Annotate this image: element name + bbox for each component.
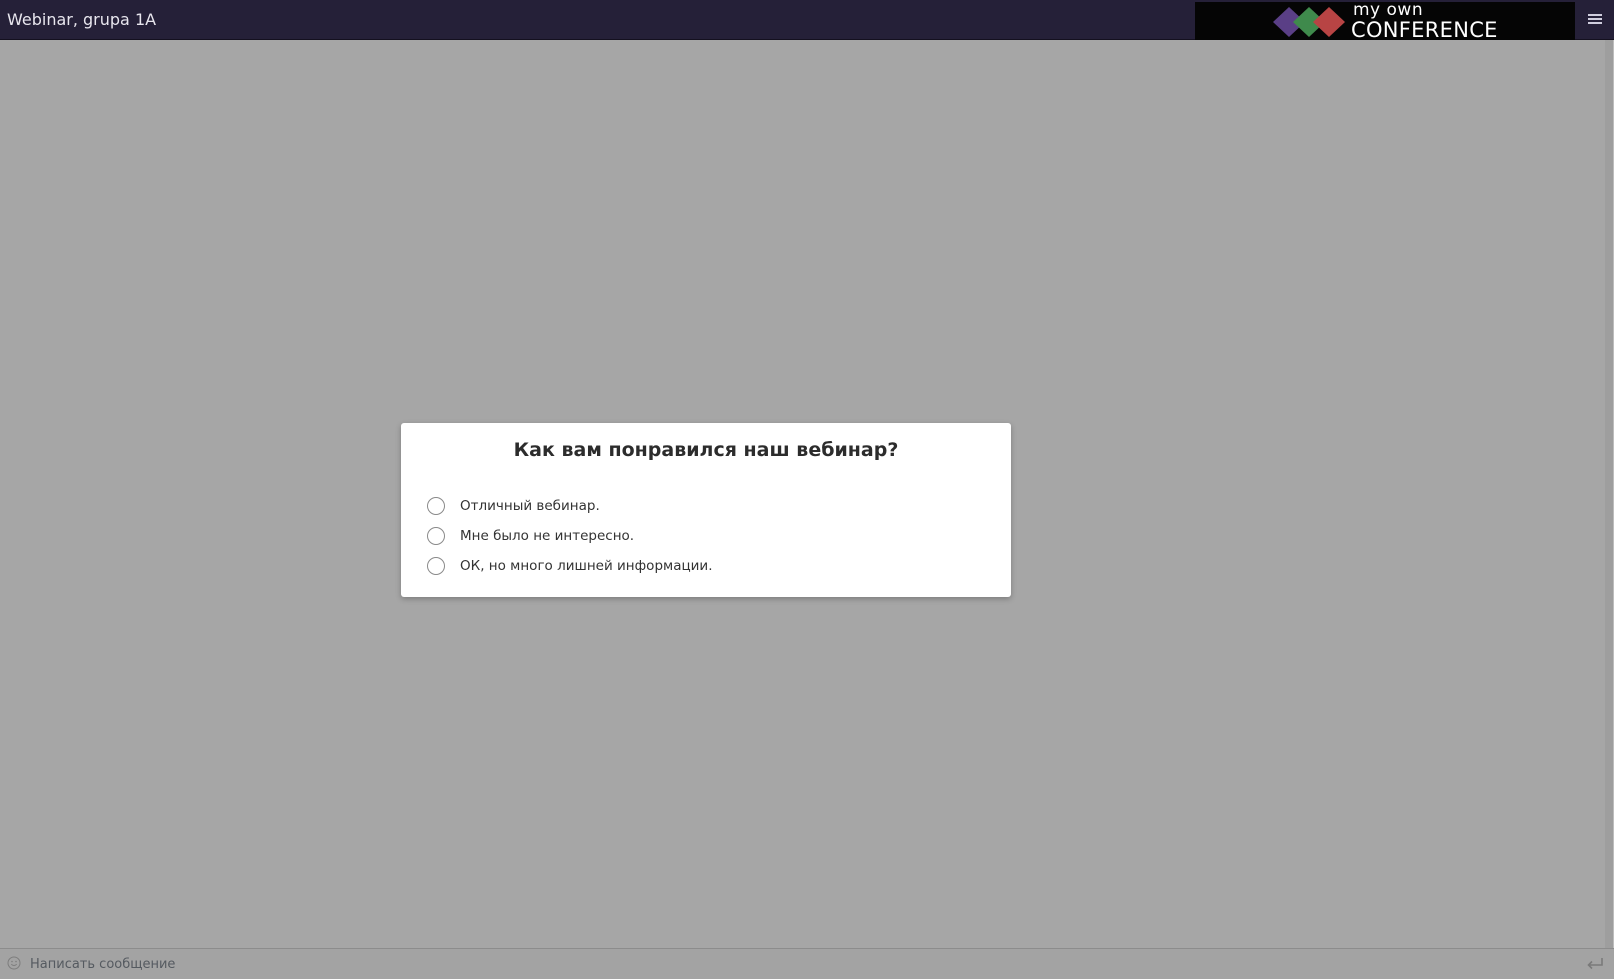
webinar-title: Webinar, grupa 1A <box>7 10 157 29</box>
chat-message-input[interactable] <box>28 952 1572 976</box>
poll-option-label: Отличный вебинар. <box>460 498 600 514</box>
poll-option-3[interactable]: ОК, но много лишней информации. <box>425 551 713 581</box>
logo-line-1: my own <box>1353 0 1424 20</box>
radio-button[interactable] <box>427 527 445 545</box>
smile-icon[interactable] <box>7 956 21 970</box>
logo-diamonds-icon <box>1273 7 1345 37</box>
poll-option-label: ОК, но много лишней информации. <box>460 558 713 574</box>
poll-option-1[interactable]: Отличный вебинар. <box>425 491 713 521</box>
radio-button[interactable] <box>427 557 445 575</box>
conference-logo: my own CONFERENCE <box>1195 2 1575 41</box>
enter-send-icon[interactable] <box>1585 956 1605 972</box>
poll-options: Отличный вебинар. Мне было не интересно.… <box>425 491 713 581</box>
poll-question: Как вам понравился наш вебинар? <box>513 439 899 461</box>
poll-dialog: Как вам понравился наш вебинар? Отличный… <box>401 423 1011 597</box>
poll-option-label: Мне было не интересно. <box>460 528 635 544</box>
hamburger-menu-icon[interactable] <box>1587 12 1603 28</box>
poll-option-2[interactable]: Мне было не интересно. <box>425 521 713 551</box>
top-bar: Webinar, grupa 1A my own CONFERENCE <box>0 0 1614 41</box>
chat-bar <box>0 948 1614 979</box>
radio-button[interactable] <box>427 497 445 515</box>
logo-wordmark: my own CONFERENCE <box>1351 2 1498 41</box>
logo-line-2: CONFERENCE <box>1351 18 1498 42</box>
